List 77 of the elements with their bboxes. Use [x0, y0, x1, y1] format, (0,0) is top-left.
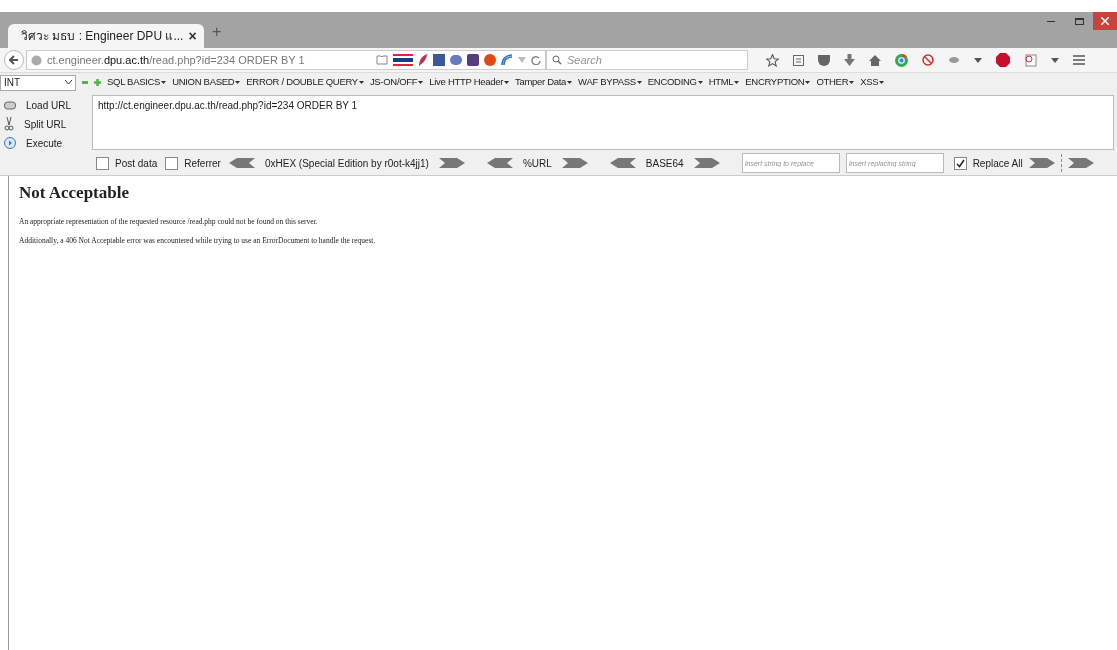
caret-icon — [734, 81, 740, 84]
link-icon — [4, 100, 16, 110]
menu-item[interactable]: Live HTTP Header — [429, 75, 509, 90]
home-icon[interactable] — [869, 54, 881, 66]
pocket-icon[interactable] — [818, 54, 830, 66]
stop-sign-icon[interactable] — [996, 53, 1010, 67]
caret-icon — [879, 81, 885, 84]
option-label: Replace All — [972, 156, 1023, 171]
menu-item[interactable]: WAF BYPASS — [578, 75, 642, 90]
dropdown-icon[interactable] — [974, 57, 982, 63]
menu-item[interactable]: ERROR / DOUBLE QUERY — [246, 75, 364, 90]
caret-icon — [636, 81, 642, 84]
chrome-icon[interactable] — [895, 53, 908, 67]
plus-icon[interactable] — [94, 79, 101, 86]
left-arrow-icon[interactable] — [228, 158, 255, 168]
flag-icon[interactable] — [393, 54, 413, 66]
chevron-icon — [65, 80, 72, 85]
scissors-icon — [4, 117, 14, 131]
menu-item[interactable]: SQL BASICS — [107, 75, 167, 90]
encoder-label: 0xHEX (Special Edition by r0ot-k4jj1) — [264, 156, 429, 171]
search-field[interactable]: Search — [546, 50, 748, 70]
caret-icon — [418, 81, 424, 84]
left-arrow-icon[interactable] — [486, 158, 513, 168]
browser-tab[interactable]: วิศวะ มธบ : Engineer DPU แ... × — [8, 24, 204, 48]
right-arrow-icon[interactable] — [1028, 158, 1055, 168]
caret-icon — [504, 81, 509, 84]
right-arrow-icon[interactable] — [561, 158, 588, 168]
close-tab-button[interactable]: × — [188, 25, 197, 47]
page-heading: Not Acceptable — [19, 182, 130, 204]
menu-item[interactable]: UNION BASED — [172, 75, 241, 90]
address-bar[interactable]: ct.engineer.dpu.ac.th/read.php?id=234 ORDER BY 1 — [26, 50, 546, 70]
menu-icon[interactable] — [1073, 55, 1085, 65]
hackbar-action[interactable]: Split URL — [4, 116, 92, 132]
encoder-label: BASE64 — [645, 156, 684, 171]
caret-icon — [567, 81, 573, 84]
blocked-icon[interactable] — [922, 54, 934, 66]
globe-icon — [31, 54, 42, 66]
reload-icon[interactable] — [531, 55, 541, 65]
tab-title: วิศวะ มธบ : Engineer DPU แ... — [21, 28, 184, 45]
back-arrow-icon — [9, 55, 19, 65]
dropdown-icon[interactable] — [1051, 57, 1059, 63]
encoder-label: %URL — [522, 156, 552, 171]
left-arrow-icon[interactable] — [609, 158, 636, 168]
menu-item[interactable]: XSS — [860, 75, 885, 90]
search-icon — [552, 55, 562, 65]
caret-icon — [697, 81, 703, 84]
star-icon[interactable] — [766, 53, 779, 67]
checkbox[interactable] — [96, 156, 109, 170]
caret-icon — [161, 81, 167, 84]
menu-item[interactable]: ENCRYPTION — [745, 75, 811, 90]
type-select[interactable]: INT — [0, 74, 76, 91]
right-arrow-icon[interactable] — [438, 158, 465, 168]
menu-item[interactable]: HTML — [708, 75, 740, 90]
download-icon[interactable] — [844, 54, 855, 66]
clipboard-icon[interactable] — [793, 54, 804, 66]
caret-icon — [805, 81, 811, 84]
menu-item[interactable]: ENCODING — [647, 75, 703, 90]
menu-item[interactable]: JS-ON/OFF — [369, 75, 424, 90]
checkbox[interactable] — [165, 156, 179, 170]
option-label: Post data — [115, 156, 158, 171]
checkbox[interactable] — [953, 156, 967, 170]
caret-icon — [849, 81, 855, 84]
right-arrow-icon[interactable] — [693, 158, 720, 168]
hackbar-action[interactable]: Load URL — [4, 97, 92, 113]
menu-item[interactable]: OTHER — [816, 75, 855, 90]
url-text: ct.engineer.dpu.ac.th/read.php?id=234 ORDER BY 1 — [47, 52, 306, 68]
right-arrow-icon[interactable] — [1067, 158, 1094, 168]
option-label: Referrer — [184, 156, 221, 171]
caret-icon — [358, 81, 364, 84]
menu-item[interactable]: Tamper Data — [515, 75, 573, 90]
hackbar-action[interactable]: Execute — [4, 135, 92, 151]
url-textarea[interactable]: http://ct.engineer.dpu.ac.th/read.php?id=234 ORDER BY 1 — [92, 95, 1114, 150]
caret-icon — [235, 81, 241, 84]
close-window-icon[interactable] — [1093, 12, 1117, 30]
reader-icon[interactable] — [376, 55, 388, 65]
play-icon — [4, 137, 16, 149]
back-button[interactable] — [4, 50, 24, 70]
